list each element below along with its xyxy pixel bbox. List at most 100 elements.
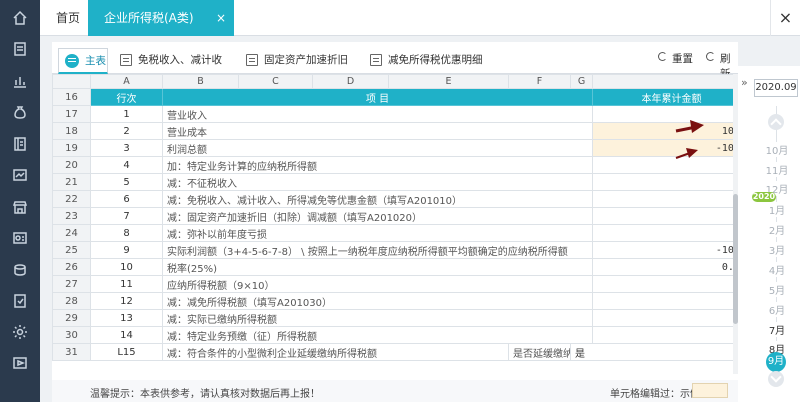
amount-cell[interactable]: -1000	[592, 241, 738, 259]
row-number: 22	[52, 190, 91, 208]
month-item[interactable]: 6月	[762, 302, 792, 317]
row-seq: 9	[90, 241, 163, 259]
ledger-icon[interactable]	[10, 134, 30, 154]
reset-button[interactable]: 重置	[658, 51, 693, 66]
subtab-tax-relief-details[interactable]: 减免所得税优惠明细表	[366, 48, 490, 90]
amount-cell[interactable]: 0	[592, 292, 738, 310]
header-seq: 行次	[90, 88, 163, 106]
money-bag-icon[interactable]	[10, 102, 30, 122]
table-row: 204加：特定业务计算的应纳税所得额0	[52, 156, 738, 174]
window-close-icon[interactable]: ×	[770, 0, 800, 36]
table-row: 215减：不征税收入0	[52, 173, 738, 191]
amount-cell[interactable]: 0	[592, 309, 738, 327]
column-letter[interactable]: B	[162, 74, 239, 89]
month-item[interactable]: 10月	[762, 142, 792, 157]
amount-cell[interactable]: 0	[592, 173, 738, 191]
row-number: 18	[52, 122, 91, 140]
column-letter[interactable]: F	[508, 74, 571, 89]
left-nav	[0, 0, 40, 402]
coins-icon[interactable]	[10, 260, 30, 280]
row-number: 30	[52, 326, 91, 344]
chevron-down-icon[interactable]	[768, 371, 784, 387]
video-icon[interactable]	[10, 353, 30, 373]
edited-cell-legend-label: 单元格编辑过：示例	[610, 389, 700, 400]
document-icon	[120, 54, 132, 66]
amount-cell[interactable]: 0.25	[592, 258, 738, 276]
row-seq: 8	[90, 224, 163, 242]
table-row: 171营业收入0	[52, 105, 738, 123]
column-letter[interactable]: A	[90, 74, 163, 89]
main-panel: 主表 免税收入、减计收入... 固定资产加速折旧(扣... 减免所得税优惠明细表…	[52, 42, 738, 402]
subtab-tax-exempt-income[interactable]: 免税收入、减计收入...	[116, 48, 236, 90]
amount-cell[interactable]: 0	[592, 105, 738, 123]
row-item: 营业收入	[162, 105, 593, 123]
column-letter[interactable]: E	[388, 74, 509, 89]
amount-cell[interactable]: 0	[592, 156, 738, 174]
deferral-question: 是否延缓缴纳所得税	[508, 343, 571, 361]
current-period[interactable]: 2020.09	[754, 79, 798, 97]
amount-cell[interactable]: 1000	[592, 122, 738, 140]
subtab-accelerated-depreciation[interactable]: 固定资产加速折旧(扣...	[242, 48, 358, 90]
report-icon[interactable]	[10, 165, 30, 185]
amount-cell[interactable]: 0	[592, 326, 738, 344]
contract-icon[interactable]	[10, 228, 30, 248]
row-item: 应纳所得税额（9×10）	[162, 275, 593, 293]
row-seq: L15	[90, 343, 163, 361]
row-item: 减：实际已缴纳所得税额	[162, 309, 593, 327]
amount-cell[interactable]: 0	[592, 275, 738, 293]
header-item: 项 目	[162, 88, 593, 106]
month-item[interactable]: 3月	[762, 242, 792, 257]
row-item: 税率(25%)	[162, 258, 593, 276]
month-item[interactable]: 7月	[762, 322, 792, 337]
month-item[interactable]: 11月	[762, 162, 792, 177]
corner-cell	[52, 74, 91, 89]
row-item: 加：特定业务计算的应纳税所得额	[162, 156, 593, 174]
chevron-up-icon[interactable]	[768, 114, 784, 130]
month-item[interactable]: 5月	[762, 282, 792, 297]
header-amount: 本年累计金额	[592, 88, 738, 106]
tab-corporate-income-tax[interactable]: 企业所得税(A类) ×	[88, 0, 234, 36]
row-item: 减：减免所得税额（填写A201030）	[162, 292, 593, 310]
amount-cell[interactable]: 0	[592, 224, 738, 242]
table-row: 2610税率(25%)0.25	[52, 258, 738, 276]
collapse-icon[interactable]: »	[741, 76, 748, 89]
row-seq: 7	[90, 207, 163, 225]
row-seq: 1	[90, 105, 163, 123]
amount-cell[interactable]: 0	[592, 207, 738, 225]
month-item[interactable]: 2月	[762, 222, 792, 237]
row-item: 减：免税收入、减计收入、所得减免等优惠金额（填写A201010）	[162, 190, 593, 208]
table-row: 3014减：特定业务预缴（征）所得税额0	[52, 326, 738, 344]
column-letter[interactable]: G	[570, 74, 593, 89]
tab-close-icon[interactable]: ×	[216, 0, 226, 36]
row-item: 营业成本	[162, 122, 593, 140]
invoice-icon[interactable]	[10, 39, 30, 59]
column-letter[interactable]: C	[238, 74, 313, 89]
amount-cell[interactable]: -1000	[592, 139, 738, 157]
declare-icon[interactable]	[10, 291, 30, 311]
store-icon[interactable]	[10, 197, 30, 217]
reset-icon	[658, 52, 667, 61]
tax-form-grid: ABCDEFGK16行次项 目本年累计金额171营业收入0182营业成本1000…	[52, 74, 738, 374]
row-seq: 10	[90, 258, 163, 276]
subtab-main-form[interactable]: 主表	[58, 48, 108, 74]
settings-icon[interactable]	[10, 322, 30, 342]
month-selected[interactable]: 9月	[766, 352, 786, 372]
row-item: 减：不征税收入	[162, 173, 593, 191]
refresh-icon	[706, 52, 715, 61]
month-item[interactable]: 4月	[762, 262, 792, 277]
deferral-answer-select[interactable]: 是	[570, 343, 738, 361]
row-item: 利润总额	[162, 139, 593, 157]
table-row: 2812减：减免所得税额（填写A201030）0	[52, 292, 738, 310]
chart-icon[interactable]	[10, 71, 30, 91]
table-row: 193利润总额-1000	[52, 139, 738, 157]
column-letter[interactable]: D	[312, 74, 389, 89]
amount-cell[interactable]: 0	[592, 190, 738, 208]
row-seq: 5	[90, 173, 163, 191]
column-letter[interactable]	[592, 74, 738, 89]
tab-home[interactable]: 首页	[44, 0, 92, 36]
month-item[interactable]: 1月	[762, 202, 792, 217]
home-icon[interactable]	[10, 8, 30, 28]
table-row: 248减：弥补以前年度亏损0	[52, 224, 738, 242]
row-number: 29	[52, 309, 91, 327]
table-row: 2711应纳所得税额（9×10）0	[52, 275, 738, 293]
